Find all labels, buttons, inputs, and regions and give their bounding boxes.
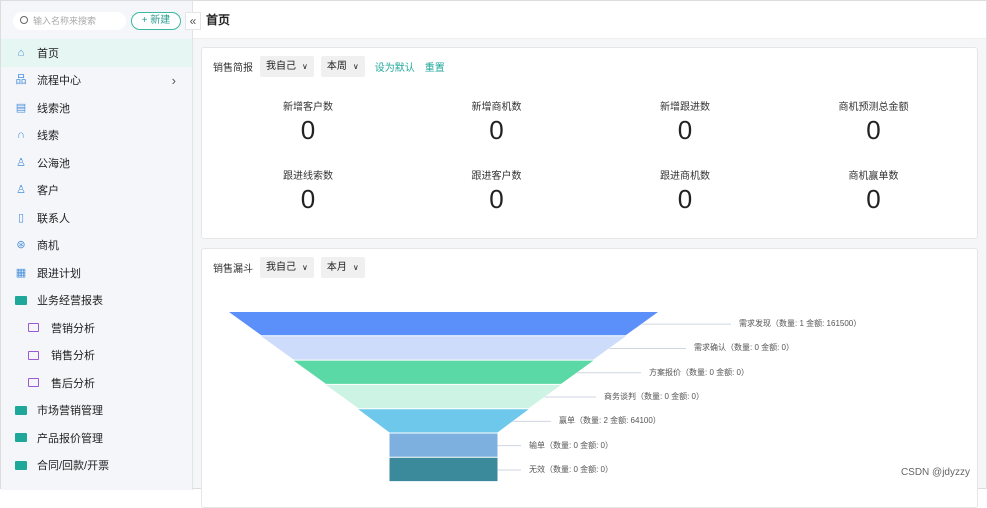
funnel-segment[interactable] [389,457,498,482]
watermark: CSDN @jdyzzy [900,467,970,478]
funnel-segment[interactable] [325,384,562,409]
funnel-label: 输单（数量: 0 金额: 0） [529,440,614,450]
funnel-label: 需求发现（数量: 1 金额: 161500） [739,319,862,329]
funnel-label: 需求确认（数量: 0 金额: 0） [694,343,795,353]
funnel-segment[interactable] [261,336,626,360]
funnel-label: 商务谈判（数量: 0 金额: 0） [604,392,705,402]
collapse-sidebar-button[interactable]: « [185,12,201,30]
funnel-label: 方案报价（数量: 0 金额: 0） [649,367,750,377]
funnel-segment[interactable] [229,312,658,336]
funnel-segment[interactable] [358,409,529,433]
funnel-label: 赢单（数量: 2 金额: 64100） [559,416,661,426]
funnel-segment[interactable] [389,433,498,457]
funnel-chart [229,312,731,482]
funnel-label: 无效（数量: 0 金额: 0） [529,464,614,474]
funnel-segment[interactable] [293,360,594,384]
